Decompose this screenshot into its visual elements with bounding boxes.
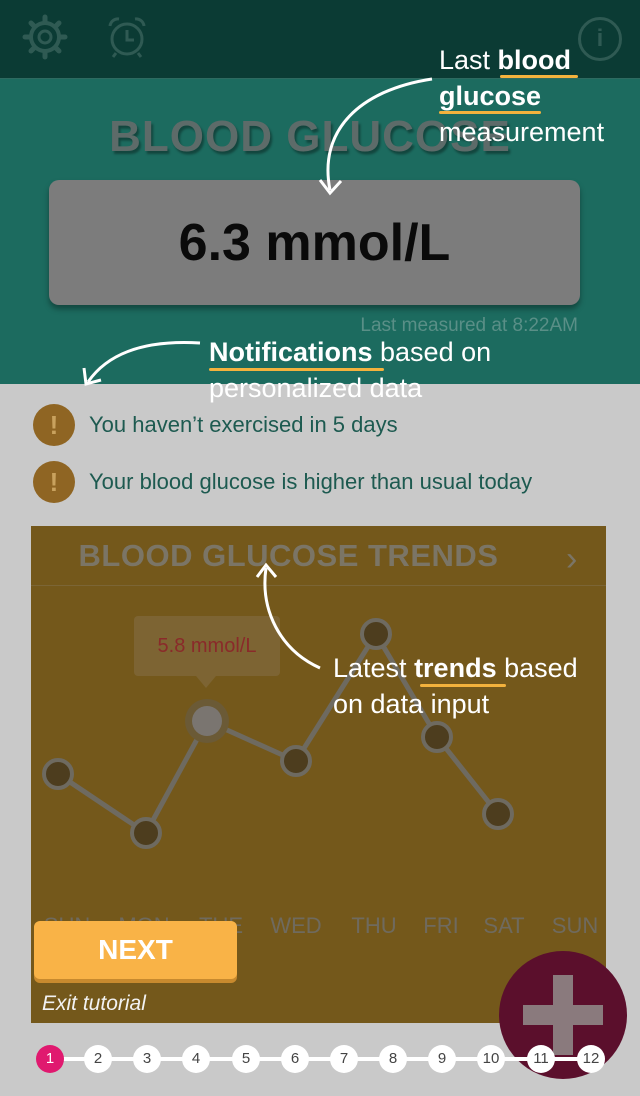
arrow-to-trends xyxy=(263,567,321,670)
annotation-underline xyxy=(209,368,384,371)
annotation-notifications: Notifications based on xyxy=(209,337,492,367)
annotation-underline xyxy=(420,684,506,687)
annotation-underline xyxy=(500,75,578,78)
annotation-last-reading-line2: glucose xyxy=(439,81,542,111)
annotation-last-reading-line3: measurement xyxy=(439,117,605,147)
arrow-to-notifications xyxy=(86,341,201,383)
annotation-notifications-line2: personalized data xyxy=(209,373,423,403)
annotation-last-reading: Last blood xyxy=(439,45,572,75)
annotation-underline xyxy=(439,111,541,114)
annotation-trends: Latest trends based xyxy=(333,653,578,683)
annotation-trends-line2: on data input xyxy=(333,689,490,719)
tutorial-arrows xyxy=(82,77,433,670)
arrow-to-reading xyxy=(326,77,433,191)
